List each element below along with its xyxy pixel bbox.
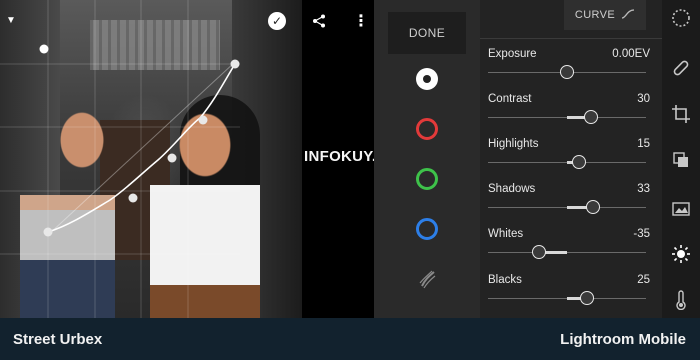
slider-label: Contrast — [488, 93, 532, 105]
slider-highlights[interactable]: Highlights 15 — [488, 138, 650, 178]
footer-title-left: Street Urbex — [13, 331, 103, 348]
presets-icon[interactable] — [671, 8, 691, 28]
panel-divider — [480, 38, 662, 39]
slider-label: Blacks — [488, 274, 522, 286]
targeted-adjust-icon[interactable] — [416, 268, 438, 290]
slider-blacks[interactable]: Blacks 25 — [488, 274, 650, 314]
curve-point — [198, 115, 208, 125]
check-circle-icon[interactable]: ✓ — [268, 12, 286, 30]
slider-knob[interactable] — [586, 200, 601, 214]
channel-green-button[interactable] — [416, 168, 438, 190]
slider-value[interactable]: 30 — [637, 93, 650, 105]
tone-curve-overlay[interactable] — [0, 0, 302, 318]
channel-blue-button[interactable] — [416, 218, 438, 240]
curve-grid — [0, 0, 240, 318]
footer-bar: Street Urbex Lightroom Mobile — [0, 318, 700, 360]
curve-button-label: CURVE — [574, 9, 616, 21]
slider-knob[interactable] — [532, 245, 547, 259]
channel-red-button[interactable] — [416, 118, 438, 140]
curve-icon — [621, 8, 635, 22]
photo-canvas[interactable]: ▼ ✓ — [0, 0, 302, 318]
profiles-icon[interactable] — [671, 150, 691, 170]
color-temperature-icon[interactable] — [671, 290, 691, 311]
slider-contrast[interactable]: Contrast 30 — [488, 93, 650, 133]
curve-point — [230, 59, 240, 69]
light-icon[interactable] — [671, 244, 691, 264]
channel-rgb-button[interactable] — [416, 68, 438, 90]
slider-value[interactable]: 33 — [637, 183, 650, 195]
slider-label: Highlights — [488, 138, 539, 150]
slider-knob[interactable] — [583, 110, 598, 124]
light-panel: CURVE Exposure 0.00EV Contrast 30 Highlights… — [480, 0, 662, 318]
curve-channel-column: DONE — [374, 0, 480, 318]
collapse-icon[interactable]: ▼ — [6, 16, 16, 26]
slider-track[interactable] — [488, 252, 646, 253]
done-button[interactable]: DONE — [388, 12, 466, 54]
slider-label: Whites — [488, 228, 524, 240]
slider-whites[interactable]: Whites -35 — [488, 228, 650, 268]
slider-value[interactable]: 0.00EV — [612, 48, 650, 60]
healing-icon[interactable] — [671, 58, 691, 78]
crop-icon[interactable] — [671, 104, 691, 124]
curve-button[interactable]: CURVE — [564, 0, 646, 30]
share-icon[interactable] — [312, 14, 326, 30]
curve-point — [128, 193, 138, 203]
footer-title-right: Lightroom Mobile — [560, 331, 686, 348]
curve-handle — [39, 44, 49, 54]
slider-knob[interactable] — [571, 155, 586, 169]
slider-knob[interactable] — [560, 65, 574, 79]
slider-knob[interactable] — [579, 291, 594, 305]
more-vertical-icon[interactable]: ⋮ — [353, 14, 369, 30]
curve-point — [43, 227, 53, 237]
slider-label: Shadows — [488, 183, 536, 195]
edit-tool-bar — [662, 0, 700, 318]
slider-shadows[interactable]: Shadows 33 — [488, 183, 650, 223]
curve-point — [167, 153, 177, 163]
slider-value[interactable]: -35 — [633, 228, 650, 240]
slider-exposure[interactable]: Exposure 0.00EV — [488, 48, 650, 88]
auto-icon[interactable] — [671, 198, 691, 218]
slider-value[interactable]: 25 — [637, 274, 650, 286]
slider-label: Exposure — [488, 48, 537, 60]
slider-value[interactable]: 15 — [637, 138, 650, 150]
